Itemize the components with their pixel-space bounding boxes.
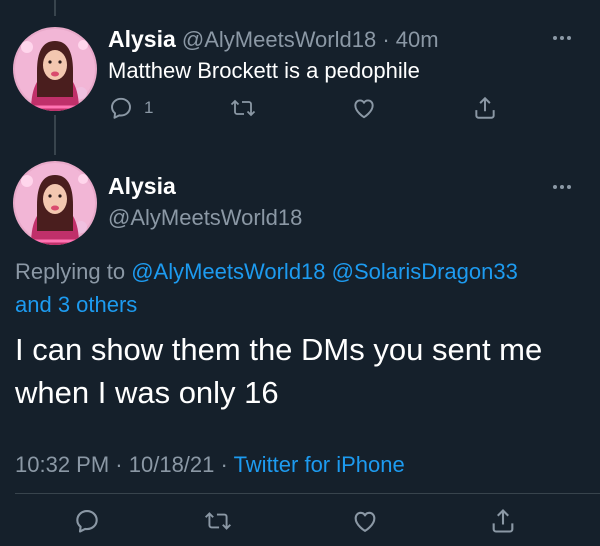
display-name[interactable]: Alysia [108,26,176,52]
reply-count: 1 [144,98,154,117]
replying-to-label: Replying to [15,259,126,284]
tweet-time[interactable]: 10:32 PM [15,452,109,477]
timestamp[interactable]: 40m [396,27,439,52]
avatar-image [13,27,97,111]
reply-button[interactable]: 1 [108,95,153,121]
thread-connector-bottom [54,115,56,155]
more-options-button[interactable] [551,176,573,198]
like-button[interactable] [351,95,377,121]
user-handle[interactable]: @AlyMeetsWorld18 [108,205,302,231]
divider [15,493,600,494]
tweet-text: Matthew Brockett is a pedophile [108,58,420,83]
like-icon [354,99,374,119]
avatar[interactable] [13,27,97,111]
retweet-icon [230,99,256,117]
tweet-metadata: 10:32 PM · 10/18/21 · Twitter for iPhone [15,452,405,478]
share-icon [475,96,495,119]
display-name[interactable]: Alysia [108,173,176,200]
separator: · [382,27,390,52]
separator: · [115,452,123,477]
more-icon [553,36,571,40]
thread-connector-top [54,0,56,16]
avatar-image [13,161,97,245]
tweet-text: I can show them the DMs you sent me when… [15,332,543,410]
retweet-button[interactable] [203,507,233,535]
retweet-button[interactable] [229,95,257,121]
reply-icon [111,97,131,119]
tweet-date[interactable]: 10/18/21 [129,452,215,477]
like-button[interactable] [351,507,379,535]
replying-to-mentions[interactable]: @AlyMeetsWorld18 @SolarisDragon33 [131,259,518,284]
separator: · [220,452,228,477]
replying-to-others-link[interactable]: and 3 others [15,292,137,317]
share-icon [492,509,514,533]
like-icon [354,511,376,532]
more-options-button[interactable] [551,27,573,49]
user-handle[interactable]: @AlyMeetsWorld18 [182,27,376,52]
tweet-source-link[interactable]: Twitter for iPhone [234,452,405,477]
avatar[interactable] [13,161,97,245]
tweet-header: Alysia @AlyMeetsWorld18 · 40m [108,26,439,53]
replying-to: Replying to @AlyMeetsWorld18 @SolarisDra… [15,255,585,321]
more-icon [553,185,571,189]
share-button[interactable] [489,507,517,535]
reply-button[interactable] [73,507,101,535]
share-button[interactable] [472,95,498,121]
reply-icon [76,510,98,533]
retweet-icon [204,512,232,530]
